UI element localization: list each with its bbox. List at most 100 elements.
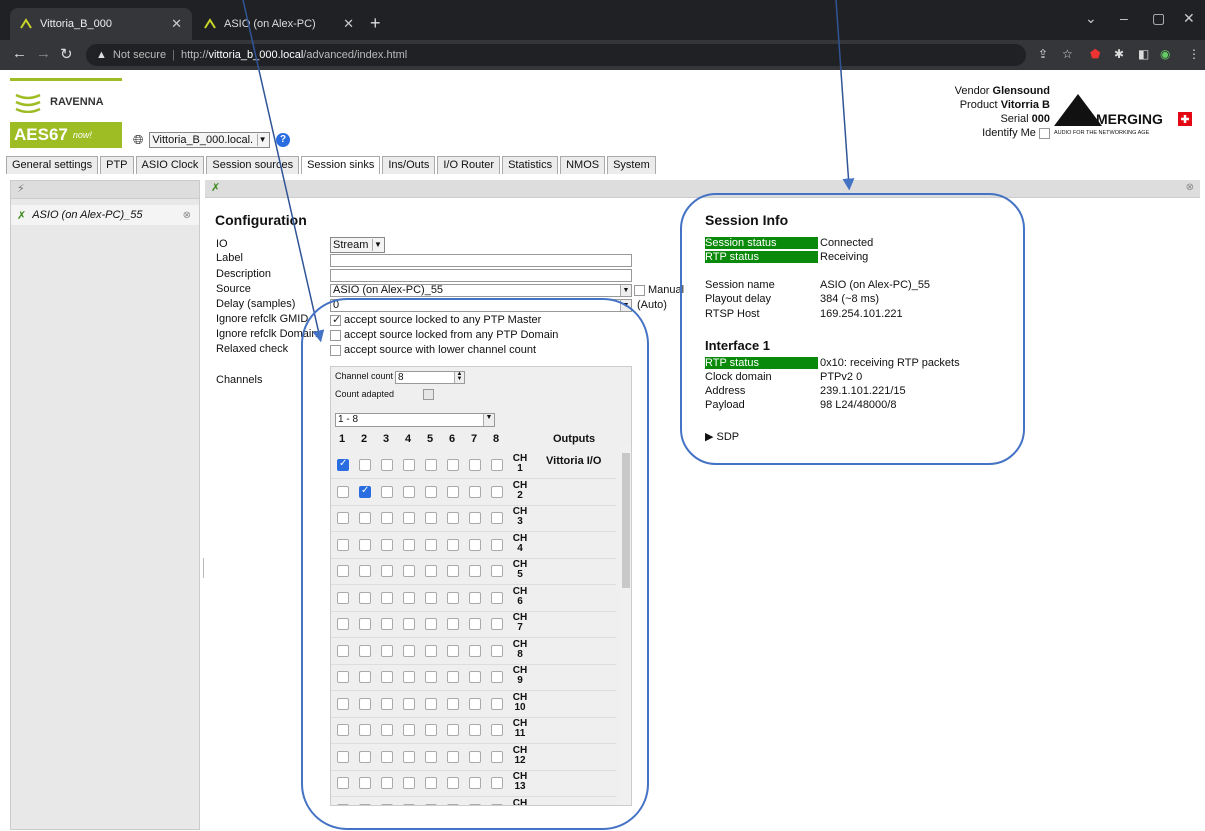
route-checkbox[interactable]: [491, 538, 503, 551]
route-checkbox[interactable]: [425, 618, 437, 630]
browser-menu-icon[interactable]: ⋮: [1188, 47, 1200, 61]
route-checkbox[interactable]: [425, 803, 437, 805]
route-checkbox[interactable]: [403, 618, 415, 630]
maximize-icon[interactable]: ▢: [1152, 10, 1165, 27]
route-checkbox[interactable]: [425, 777, 437, 789]
route-checkbox[interactable]: [447, 565, 459, 577]
tab-nmos[interactable]: NMOS: [560, 156, 606, 174]
browser-tab-vittoria[interactable]: Vittoria_B_000 ✕: [10, 8, 192, 40]
share-icon[interactable]: ⇪: [1038, 47, 1048, 61]
route-checkbox[interactable]: [469, 803, 481, 805]
minimize-icon[interactable]: –: [1120, 10, 1128, 26]
route-checkbox[interactable]: [491, 485, 503, 498]
route-checkbox[interactable]: [381, 485, 393, 498]
route-checkbox[interactable]: [425, 538, 437, 551]
route-checkbox[interactable]: [425, 724, 437, 736]
route-checkbox[interactable]: [491, 671, 503, 683]
route-checkbox[interactable]: [359, 485, 371, 498]
route-checkbox[interactable]: [381, 803, 393, 805]
tab-ptp[interactable]: PTP: [100, 156, 134, 174]
route-checkbox[interactable]: [381, 671, 393, 683]
route-checkbox[interactable]: [381, 644, 393, 657]
route-checkbox[interactable]: [359, 724, 371, 736]
route-checkbox[interactable]: [491, 618, 503, 630]
route-checkbox[interactable]: [469, 565, 481, 577]
route-checkbox[interactable]: [337, 618, 349, 630]
route-checkbox[interactable]: [491, 459, 503, 471]
delay-select[interactable]: 0 ▼: [330, 299, 632, 312]
route-checkbox[interactable]: [337, 565, 349, 577]
route-checkbox[interactable]: [491, 777, 503, 789]
route-checkbox[interactable]: [403, 750, 415, 763]
route-checkbox[interactable]: [425, 644, 437, 657]
route-checkbox[interactable]: [403, 724, 415, 736]
url-input[interactable]: ▲ Not secure | http:// vittoria_b_000.lo…: [86, 44, 1026, 66]
route-checkbox[interactable]: [403, 459, 415, 471]
route-checkbox[interactable]: [469, 591, 481, 604]
route-checkbox[interactable]: [491, 512, 503, 524]
route-checkbox[interactable]: [403, 671, 415, 683]
route-checkbox[interactable]: [403, 538, 415, 551]
add-sink-icon[interactable]: ⚡: [17, 183, 25, 195]
route-checkbox[interactable]: [469, 618, 481, 630]
remove-sink-icon[interactable]: ⊗: [183, 210, 191, 221]
route-checkbox[interactable]: [403, 591, 415, 604]
route-checkbox[interactable]: [491, 697, 503, 710]
route-checkbox[interactable]: [425, 485, 437, 498]
route-checkbox[interactable]: [447, 459, 459, 471]
reload-icon[interactable]: ↻: [60, 45, 73, 63]
tab-session-sinks[interactable]: Session sinks: [301, 156, 381, 174]
route-checkbox[interactable]: [447, 618, 459, 630]
ublock-extension-icon[interactable]: ⬟: [1090, 47, 1100, 61]
route-checkbox[interactable]: [469, 459, 481, 471]
route-checkbox[interactable]: [359, 697, 371, 710]
gmid-checkbox[interactable]: [330, 313, 341, 326]
domain-checkbox[interactable]: [330, 329, 341, 341]
route-checkbox[interactable]: [337, 671, 349, 683]
forward-icon[interactable]: →: [36, 45, 51, 62]
route-checkbox[interactable]: [381, 697, 393, 710]
route-checkbox[interactable]: [469, 724, 481, 736]
route-checkbox[interactable]: [381, 724, 393, 736]
route-checkbox[interactable]: [359, 671, 371, 683]
route-checkbox[interactable]: [491, 750, 503, 763]
help-icon[interactable]: ?: [276, 133, 291, 147]
back-icon[interactable]: ←: [12, 45, 27, 62]
tab-ins-outs[interactable]: Ins/Outs: [382, 156, 436, 174]
description-input[interactable]: [330, 269, 632, 282]
route-checkbox[interactable]: [447, 591, 459, 604]
route-checkbox[interactable]: [403, 565, 415, 577]
route-checkbox[interactable]: [381, 591, 393, 604]
route-checkbox[interactable]: [337, 458, 349, 471]
route-checkbox[interactable]: [447, 750, 459, 763]
sdp-toggle[interactable]: ▶ SDP: [705, 430, 739, 443]
route-checkbox[interactable]: [403, 697, 415, 710]
close-tab-icon[interactable]: ✕: [171, 16, 182, 32]
route-checkbox[interactable]: [359, 459, 371, 471]
scrollbar-thumb[interactable]: [622, 453, 630, 588]
source-select[interactable]: ASIO (on Alex-PC)_55 ▼: [330, 284, 632, 297]
tab-system[interactable]: System: [607, 156, 656, 174]
route-checkbox[interactable]: [447, 697, 459, 710]
route-checkbox[interactable]: [469, 750, 481, 763]
route-checkbox[interactable]: [403, 644, 415, 657]
route-checkbox[interactable]: [403, 803, 415, 805]
channel-count-stepper[interactable]: 8 ▲ ▼: [395, 371, 465, 384]
route-checkbox[interactable]: [337, 512, 349, 524]
route-checkbox[interactable]: [447, 724, 459, 736]
route-checkbox[interactable]: [337, 591, 349, 604]
tab-general-settings[interactable]: General settings: [6, 156, 99, 174]
tab-search-icon[interactable]: ⌄: [1085, 10, 1097, 27]
route-checkbox[interactable]: [447, 538, 459, 551]
route-checkbox[interactable]: [403, 512, 415, 524]
route-checkbox[interactable]: [381, 565, 393, 577]
route-checkbox[interactable]: [469, 485, 481, 498]
routing-scrollbar[interactable]: [621, 445, 631, 805]
profile-avatar-icon[interactable]: ◉: [1160, 47, 1170, 61]
close-tab-icon[interactable]: ✕: [343, 16, 354, 32]
route-checkbox[interactable]: [359, 618, 371, 630]
tab-asio-clock[interactable]: ASIO Clock: [135, 156, 205, 174]
route-checkbox[interactable]: [359, 538, 371, 551]
extensions-puzzle-icon[interactable]: ✱: [1114, 47, 1124, 61]
route-checkbox[interactable]: [491, 644, 503, 657]
